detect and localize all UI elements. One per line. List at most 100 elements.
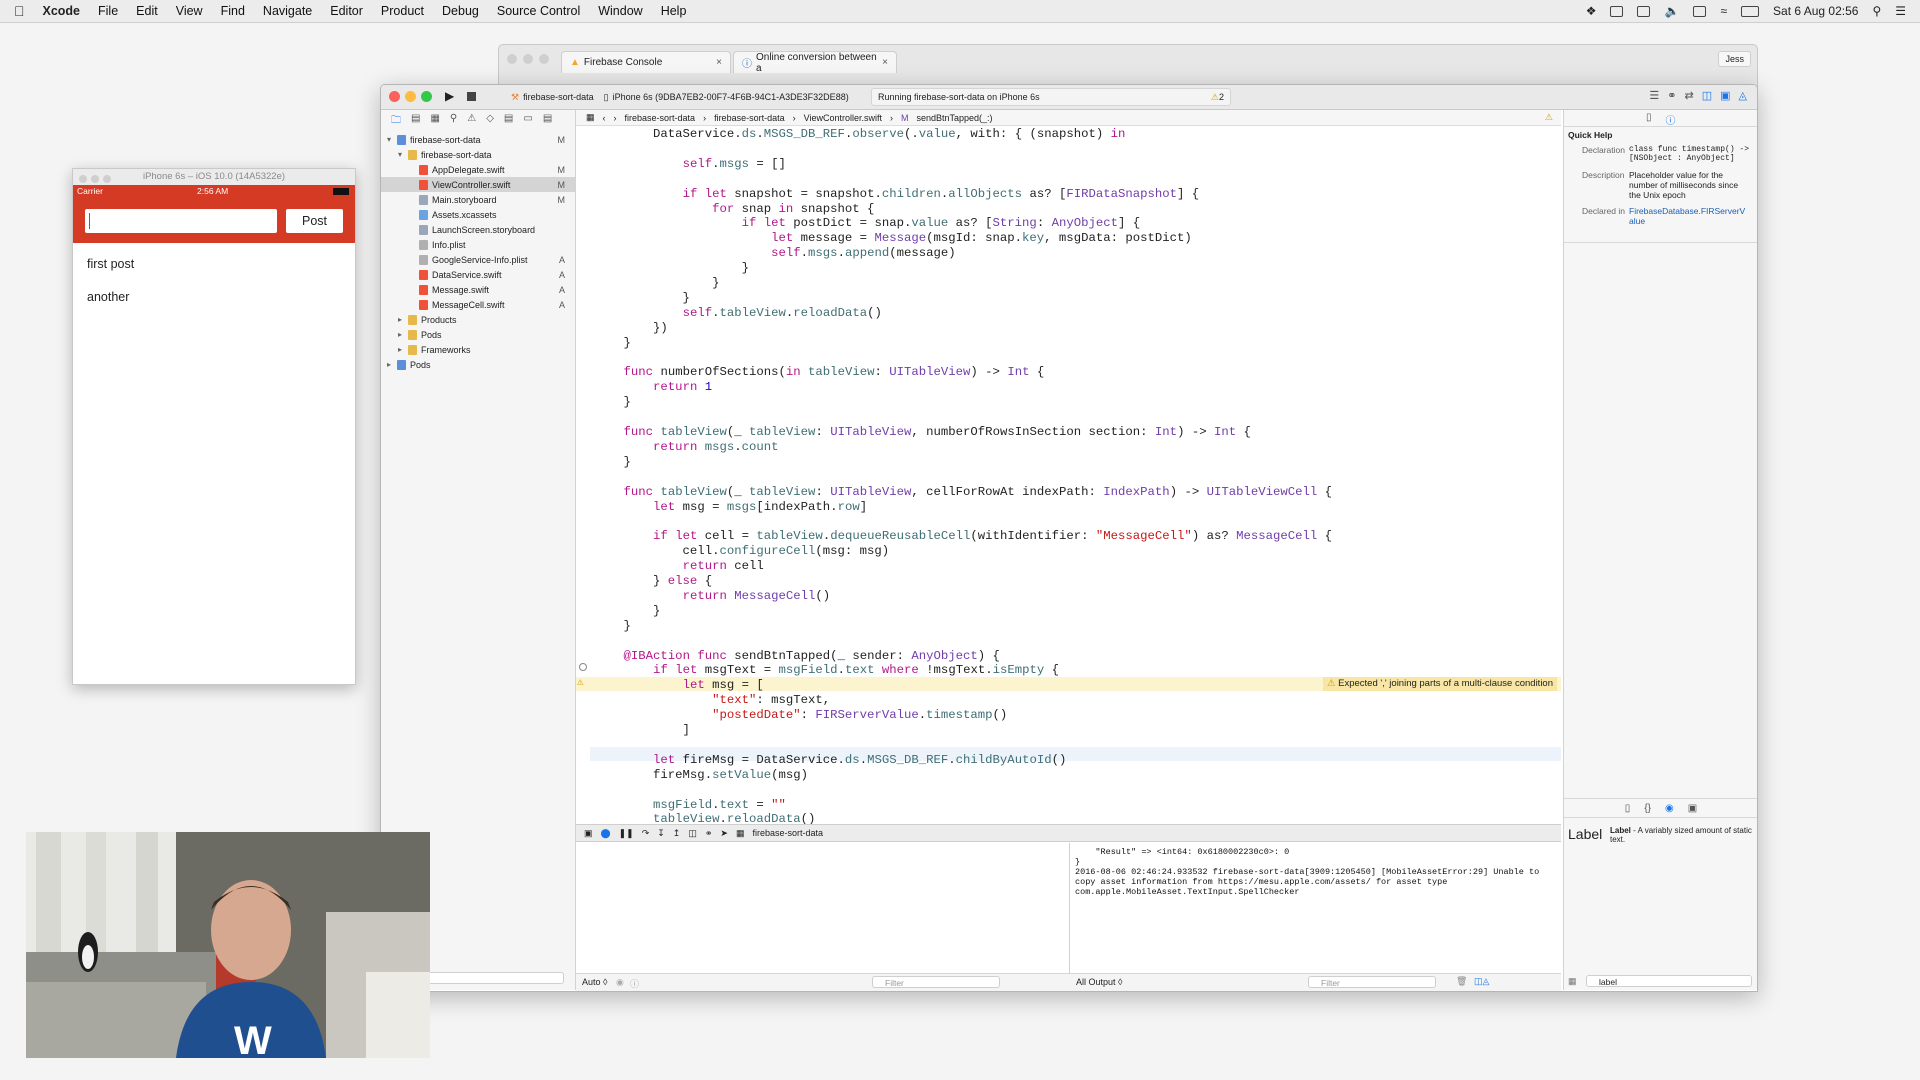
close-tab-icon[interactable]: ×	[882, 57, 888, 68]
menu-debug[interactable]: Debug	[442, 4, 479, 18]
breakpoint-icon[interactable]	[579, 663, 587, 671]
back-icon[interactable]: ‹	[603, 113, 606, 123]
forward-icon[interactable]: ›	[614, 113, 617, 123]
source-control-icon[interactable]: ▤	[411, 113, 420, 130]
message-input[interactable]	[85, 209, 277, 233]
menu-edit[interactable]: Edit	[136, 4, 158, 18]
search-icon[interactable]: ⚲	[1872, 4, 1881, 18]
media-library-icon[interactable]: ▣	[1688, 803, 1697, 814]
debug-nav-icon[interactable]: ▤	[504, 113, 513, 130]
battery-icon[interactable]	[1741, 5, 1760, 17]
dropbox-icon[interactable]: ❖	[1586, 4, 1597, 18]
navigator-item[interactable]: ▸ Pods	[381, 357, 575, 372]
code-line[interactable]: }	[576, 291, 1579, 305]
hide-debug-icon[interactable]: ▣	[584, 828, 593, 839]
code-line[interactable]: "postedDate": FIRServerValue.timestamp()	[576, 708, 1579, 722]
symbol-icon[interactable]: ▦	[430, 113, 439, 130]
console-filter[interactable]: Filter	[1308, 976, 1436, 988]
menu-window[interactable]: Window	[598, 4, 642, 18]
view-debug-icon[interactable]: ◫	[688, 828, 697, 839]
volume-icon[interactable]: 🔈	[1664, 4, 1679, 18]
disclosure-triangle-icon[interactable]: ▾	[398, 150, 406, 159]
close-window-button[interactable]	[389, 91, 400, 102]
menu-app-name[interactable]: Xcode	[43, 4, 81, 18]
code-line[interactable]: for snap in snapshot {	[576, 202, 1579, 216]
code-line[interactable]	[576, 172, 1579, 186]
code-line[interactable]: func tableView(_ tableView: UITableView,…	[576, 485, 1579, 499]
menu-help[interactable]: Help	[661, 4, 687, 18]
menu-navigate[interactable]: Navigate	[263, 4, 312, 18]
library-search-input[interactable]: label	[1586, 975, 1752, 987]
display-icon[interactable]	[1637, 5, 1651, 17]
navigator-item[interactable]: LaunchScreen.storyboard	[381, 222, 575, 237]
memory-graph-icon[interactable]: ⚭	[705, 828, 713, 839]
code-line[interactable]: if let postDict = snap.value as? [String…	[576, 216, 1579, 230]
source-editor[interactable]: DataService.ds.MSGS_DB_REF.observe(.valu…	[576, 127, 1561, 901]
code-line[interactable]: "text": msgText,	[576, 693, 1579, 707]
list-item[interactable]: first post	[87, 257, 134, 271]
navigator-toggle-icon[interactable]: ◫	[1702, 89, 1712, 102]
code-line[interactable]: }	[576, 276, 1579, 290]
disclosure-triangle-icon[interactable]: ▸	[387, 360, 395, 369]
clock-text[interactable]: Sat 6 Aug 02:56	[1773, 4, 1858, 18]
split-view-icon[interactable]: ◫◬	[1474, 976, 1489, 987]
list-item[interactable]: another	[87, 290, 129, 304]
code-line[interactable]	[576, 351, 1579, 365]
navigator-item[interactable]: Message.swift A	[381, 282, 575, 297]
folder-icon[interactable]: 🗀	[391, 113, 401, 130]
code-line[interactable]: })	[576, 321, 1579, 335]
navigator-item[interactable]: AppDelegate.swift M	[381, 162, 575, 177]
run-button[interactable]: ▶	[445, 89, 454, 103]
scheme-selector[interactable]: ⚒ firebase-sort-data ▯ iPhone 6s (9DBA7E…	[511, 88, 849, 106]
menu-find[interactable]: Find	[221, 4, 245, 18]
code-line[interactable]	[576, 634, 1579, 648]
code-line[interactable]	[576, 470, 1579, 484]
code-line[interactable]: DataService.ds.MSGS_DB_REF.observe(.valu…	[576, 127, 1579, 141]
menu-source-control[interactable]: Source Control	[497, 4, 580, 18]
simulator-window-controls[interactable]	[79, 172, 117, 186]
warning-message[interactable]: ⚠ Expected ',' joining parts of a multi-…	[1322, 677, 1557, 691]
auto-selector[interactable]: Auto ◊	[582, 977, 607, 987]
breakpoint-nav-icon[interactable]: ▭	[523, 113, 532, 130]
code-line[interactable]: if let snapshot = snapshot.children.allO…	[576, 187, 1579, 201]
step-in-icon[interactable]: ↧	[657, 828, 665, 839]
test-icon[interactable]: ◇	[486, 113, 494, 130]
jump-method[interactable]: sendBtnTapped(_:)	[916, 113, 992, 123]
console-output[interactable]: "Result" => <int64: 0x6180002230c0>: 0 }…	[1071, 843, 1561, 973]
jump-project[interactable]: firebase-sort-data	[625, 113, 696, 123]
pause-icon[interactable]: ❚❚	[619, 828, 634, 839]
code-line[interactable]: }	[576, 336, 1579, 350]
code-line[interactable]: return 1	[576, 380, 1579, 394]
code-line[interactable]: let message = Message(msgId: snap.key, m…	[576, 231, 1579, 245]
step-out-icon[interactable]: ↥	[673, 828, 681, 839]
variables-view[interactable]	[576, 843, 1070, 973]
menu-product[interactable]: Product	[381, 4, 424, 18]
jump-folder[interactable]: firebase-sort-data	[714, 113, 785, 123]
airplay-icon[interactable]	[1693, 5, 1707, 17]
code-line[interactable]: }	[576, 604, 1579, 618]
find-icon[interactable]: ⚲	[450, 113, 457, 130]
code-line[interactable]: } else {	[576, 574, 1579, 588]
code-line[interactable]	[576, 738, 1579, 752]
navigator-item[interactable]: MessageCell.swift A	[381, 297, 575, 312]
menu-view[interactable]: View	[176, 4, 203, 18]
report-icon[interactable]: ▤	[543, 113, 552, 130]
navigator-item[interactable]: ▾ firebase-sort-data	[381, 147, 575, 162]
disclosure-triangle-icon[interactable]: ▸	[398, 330, 406, 339]
jumpbar-warning-icon[interactable]: ⚠	[1545, 112, 1553, 123]
code-snippet-icon[interactable]: {}	[1644, 803, 1651, 814]
object-library-icon[interactable]: ◉	[1665, 803, 1674, 814]
navigator-item[interactable]: Info.plist	[381, 237, 575, 252]
library-item-label-title[interactable]: Label	[1568, 826, 1602, 842]
browser-window-controls[interactable]	[507, 53, 555, 67]
navigator-item[interactable]: ▾ firebase-sort-data M	[381, 132, 575, 147]
code-line[interactable]: if let cell = tableView.dequeueReusableC…	[576, 529, 1579, 543]
eye-icon[interactable]: ◉	[616, 977, 624, 988]
version-editor-icon[interactable]: ⇄	[1685, 89, 1694, 102]
code-line[interactable]	[576, 514, 1579, 528]
disclosure-triangle-icon[interactable]: ▸	[398, 315, 406, 324]
code-line[interactable]	[576, 142, 1579, 156]
browser-tab-conversion[interactable]: ⓘ Online conversion between a ×	[733, 51, 897, 74]
code-line[interactable]: cell.configureCell(msg: msg)	[576, 544, 1579, 558]
code-line[interactable]: return cell	[576, 559, 1579, 573]
